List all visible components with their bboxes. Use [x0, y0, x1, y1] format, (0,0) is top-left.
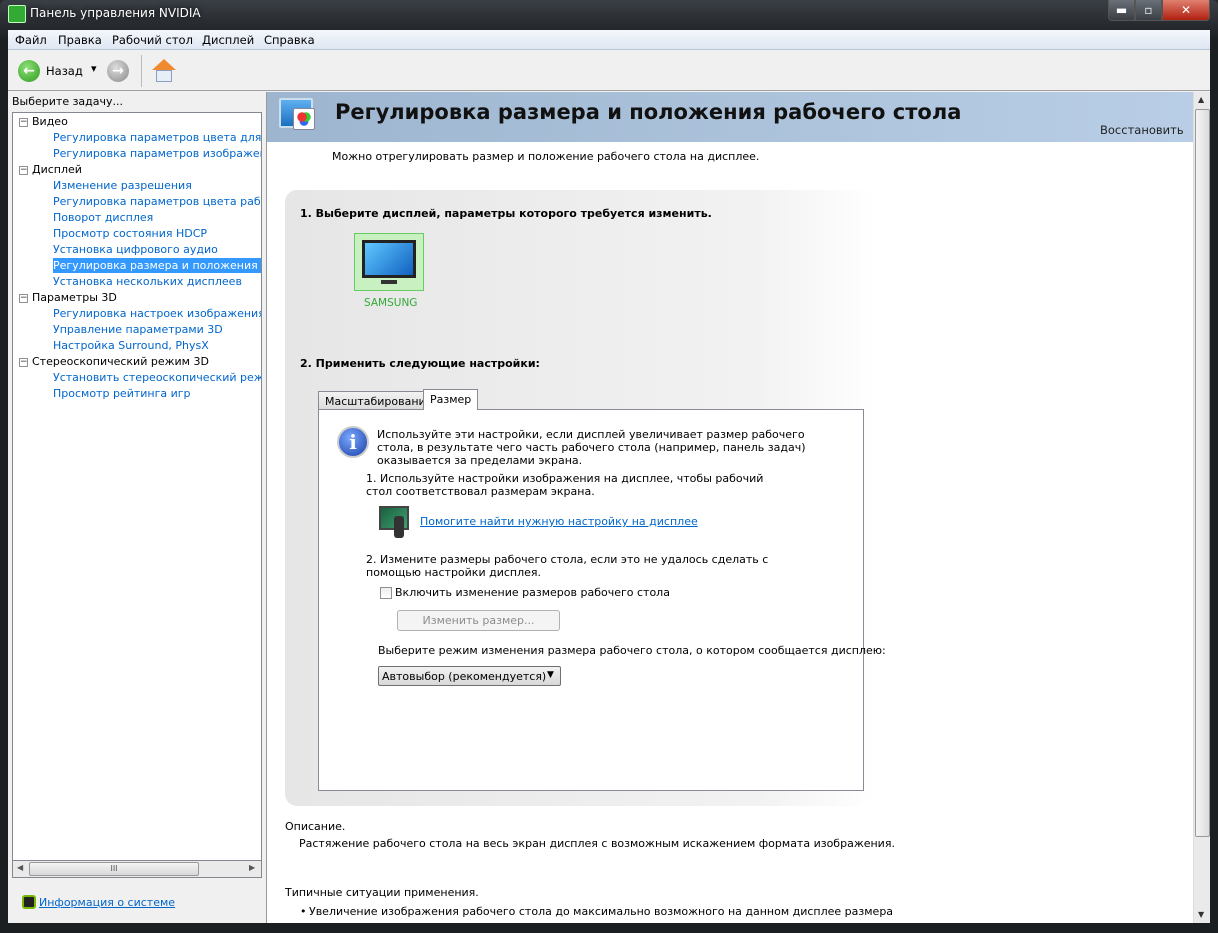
- tree-item[interactable]: Настройка Surround, PhysX: [53, 339, 209, 352]
- step2-heading: 2. Применить следующие настройки:: [300, 357, 540, 370]
- scroll-thumb[interactable]: III: [29, 862, 199, 876]
- tree-item[interactable]: Изменение разрешения: [53, 179, 192, 192]
- toolbar: ← Назад ▾ →: [8, 51, 1210, 91]
- tree-item[interactable]: Регулировка параметров цвета рабочего ст…: [53, 195, 261, 208]
- back-arrow-icon: ←: [18, 60, 40, 82]
- sub2-text: 2. Измените размеры рабочего стола, если…: [366, 553, 769, 579]
- description-heading: Описание.: [285, 820, 346, 833]
- monitor-stand: [381, 280, 397, 284]
- usage-item: Увеличение изображения рабочего стола до…: [309, 905, 894, 918]
- task-sidebar: Выберите задачу... − Видео Регулировка п…: [8, 92, 264, 923]
- mode-select-value: Автовыбор (рекомендуется): [382, 670, 547, 683]
- collapse-stereo-toggle[interactable]: −: [19, 358, 28, 367]
- tree-category-display[interactable]: Дисплей: [32, 163, 82, 176]
- menu-display[interactable]: Дисплей: [202, 33, 254, 47]
- scroll-right-icon[interactable]: ▶: [249, 863, 255, 872]
- tree-category-3d[interactable]: Параметры 3D: [32, 291, 117, 304]
- menu-edit[interactable]: Правка: [58, 33, 102, 47]
- enable-resize-checkbox[interactable]: [380, 587, 392, 599]
- tab-size[interactable]: Размер: [423, 389, 479, 410]
- window-title: Панель управления NVIDIA: [30, 6, 201, 20]
- scroll-left-icon[interactable]: ◀: [17, 863, 23, 872]
- resize-button[interactable]: Изменить размер...: [397, 610, 560, 631]
- display-name: SAMSUNG: [364, 297, 418, 309]
- description-text: Растяжение рабочего стола на весь экран …: [299, 837, 895, 850]
- help-link[interactable]: Помогите найти нужную настройку на диспл…: [420, 515, 698, 528]
- tree-horizontal-scrollbar[interactable]: ◀ III ▶: [12, 860, 262, 878]
- back-dropdown-icon[interactable]: ▾: [91, 62, 97, 75]
- scroll-thumb[interactable]: [1195, 109, 1210, 837]
- task-tree: − Видео Регулировка параметров цвета для…: [12, 112, 262, 862]
- tree-item[interactable]: Поворот дисплея: [53, 211, 153, 224]
- tree-item[interactable]: Регулировка параметров изображения для в…: [53, 147, 261, 160]
- info-icon: i: [337, 426, 369, 458]
- page-title: Регулировка размера и положения рабочего…: [335, 100, 962, 124]
- tree-item[interactable]: Установка нескольких дисплеев: [53, 275, 242, 288]
- chevron-down-icon: ▼: [547, 670, 554, 680]
- color-wheel-icon: [293, 108, 315, 130]
- close-button[interactable]: ✕: [1162, 0, 1210, 21]
- tree-item-selected[interactable]: Регулировка размера и положения рабочего…: [53, 258, 261, 273]
- maximize-button[interactable]: ▫: [1135, 0, 1162, 21]
- sub1-text: 1. Используйте настройки изображения на …: [366, 472, 764, 498]
- menu-bar: Файл Правка Рабочий стол Дисплей Справка: [8, 30, 1210, 50]
- page-header: Регулировка размера и положения рабочего…: [267, 92, 1193, 142]
- home-icon-body: [156, 70, 172, 82]
- tree-item[interactable]: Регулировка настроек изображения с просм…: [53, 307, 261, 320]
- back-label: Назад: [46, 64, 83, 78]
- enable-resize-label[interactable]: Включить изменение размеров рабочего сто…: [395, 586, 670, 599]
- collapse-video-toggle[interactable]: −: [19, 118, 28, 127]
- usage-bullet: •: [300, 905, 307, 918]
- client-area: Файл Правка Рабочий стол Дисплей Справка…: [8, 30, 1210, 923]
- menu-file[interactable]: Файл: [15, 33, 47, 47]
- collapse-display-toggle[interactable]: −: [19, 166, 28, 175]
- system-info-icon: [22, 895, 36, 909]
- system-info-link[interactable]: Информация о системе: [39, 896, 175, 909]
- minimize-button[interactable]: ▬: [1108, 0, 1135, 21]
- toolbar-separator: [141, 55, 142, 87]
- scroll-down-icon[interactable]: ▼: [1198, 910, 1204, 919]
- content-pane: Регулировка размера и положения рабочего…: [266, 92, 1210, 923]
- scroll-up-icon[interactable]: ▲: [1198, 95, 1204, 104]
- step1-heading: 1. Выберите дисплей, параметры которого …: [300, 207, 712, 220]
- content-vertical-scrollbar[interactable]: ▲ ▼: [1193, 92, 1210, 923]
- tree-category-stereo[interactable]: Стереоскопический режим 3D: [32, 355, 209, 368]
- restore-button[interactable]: Восстановить: [1100, 123, 1184, 137]
- collapse-3d-toggle[interactable]: −: [19, 294, 28, 303]
- intro-text: Можно отрегулировать размер и положение …: [332, 150, 760, 163]
- mode-select[interactable]: Автовыбор (рекомендуется) ▼: [378, 666, 561, 686]
- mode-label: Выберите режим изменения размера рабочег…: [378, 644, 886, 657]
- tab-scaling[interactable]: Масштабирование: [318, 391, 440, 409]
- menu-help[interactable]: Справка: [264, 33, 315, 47]
- tree-item[interactable]: Установка цифрового аудио: [53, 243, 218, 256]
- tree-item[interactable]: Установить стереоскопический режим 3D: [53, 371, 261, 384]
- sidebar-heading: Выберите задачу...: [12, 95, 124, 108]
- tree-item[interactable]: Просмотр рейтинга игр: [53, 387, 191, 400]
- remote-icon: [394, 516, 404, 538]
- home-icon: [152, 59, 176, 70]
- monitor-icon: [362, 240, 416, 278]
- tree-category-video[interactable]: Видео: [32, 115, 68, 128]
- nvidia-app-icon: [8, 5, 26, 23]
- display-samsung-tile[interactable]: [354, 233, 424, 291]
- tree-item[interactable]: Управление параметрами 3D: [53, 323, 223, 336]
- menu-desktop[interactable]: Рабочий стол: [112, 33, 193, 47]
- tree-item[interactable]: Просмотр состояния HDCP: [53, 227, 207, 240]
- info-text: Используйте эти настройки, если дисплей …: [377, 428, 806, 467]
- usage-heading: Типичные ситуации применения.: [285, 886, 479, 899]
- home-button[interactable]: [152, 59, 176, 83]
- tree-item[interactable]: Регулировка параметров цвета для видео: [53, 131, 261, 144]
- forward-button[interactable]: →: [107, 60, 129, 82]
